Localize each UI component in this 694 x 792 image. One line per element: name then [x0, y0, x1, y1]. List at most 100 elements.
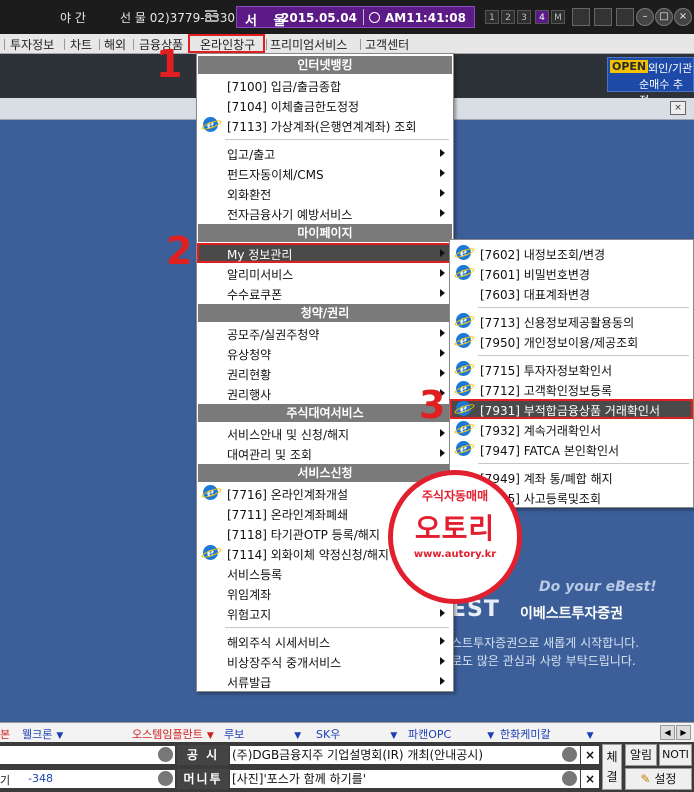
menu-item-lending-apply[interactable]: 서비스안내 및 신청/해지: [197, 423, 453, 443]
index-field: 기 -348: [0, 770, 175, 788]
close-icon[interactable]: ×: [674, 8, 692, 26]
menu-item-unlisted-brokerage[interactable]: 비상장주식 중개서비스: [197, 651, 453, 671]
ebest-slogan: Do your eBest!: [539, 579, 657, 595]
page-button-m[interactable]: M: [551, 10, 565, 24]
autory-watermark-stamp: 주식자동매매 오토리 www.autory.kr: [388, 470, 522, 604]
submenu-item-7932[interactable]: e [7932] 계속거래확인서: [450, 419, 693, 439]
menu-item-label: [7716] 온라인계좌개설: [227, 488, 348, 502]
maximize-icon[interactable]: □: [655, 8, 673, 26]
close-notice-icon[interactable]: ×: [581, 746, 599, 764]
page-button-3[interactable]: 3: [517, 10, 531, 24]
menu-invest-info[interactable]: 투자정보: [10, 36, 54, 53]
submenu-item-7715[interactable]: e [7715] 투자자정보확인서: [450, 359, 693, 379]
menu-item-fx-exchange[interactable]: 외화환전: [197, 183, 453, 203]
close-news-icon[interactable]: ×: [581, 770, 599, 788]
submenu-item-7712[interactable]: e [7712] 고객확인정보등록: [450, 379, 693, 399]
settings-button[interactable]: ✎ 설정: [625, 768, 692, 790]
money-today-text[interactable]: [사진]'포스가 함께 하기를': [230, 770, 580, 788]
stamp-line1: 주식자동매매: [421, 489, 489, 503]
minimize-icon[interactable]: –: [636, 8, 654, 26]
bottom-info-panel: 공 시 (주)DGB금융지주 기업설명회(IR) 개최(안내공시) × 기 -3…: [0, 742, 694, 792]
ticker-label: 오스템임플란트: [132, 728, 203, 741]
notice-text[interactable]: (주)DGB금융지주 기업설명회(IR) 개최(안내공시): [230, 746, 580, 764]
scroll-left-icon[interactable]: ◀: [660, 725, 675, 740]
ticker-item[interactable]: 본: [0, 726, 10, 742]
menu-premium-service[interactable]: 프리미엄서비스: [270, 36, 347, 53]
menu-item-7100[interactable]: [7100] 입금/출금종합: [197, 75, 453, 95]
submenu-item-7603[interactable]: [7603] 대표계좌변경: [450, 283, 693, 303]
list-icon[interactable]: [205, 10, 217, 22]
menu-item-overseas-quotes[interactable]: 해외주식 시세서비스: [197, 631, 453, 651]
ticker-item[interactable]: 루보 ▼: [224, 726, 301, 742]
page-button-4[interactable]: 4: [535, 10, 549, 24]
menu-item-lending-manage[interactable]: 대여관리 및 조회: [197, 443, 453, 463]
menu-item-rights-status[interactable]: 권리현황: [197, 363, 453, 383]
menu-header-service-application: 서비스신청: [198, 464, 452, 482]
ticker-item[interactable]: 오스템임플란트 ▼: [132, 726, 214, 742]
menu-item-label: [7100] 입금/출금종합: [227, 80, 342, 94]
menu-item-label: 펀드자동이체/CMS: [227, 168, 324, 182]
dropdown-icon[interactable]: [562, 771, 577, 786]
menu-item-alert-service[interactable]: 알리미서비스: [197, 263, 453, 283]
ticker-item[interactable]: SK우 ▼: [316, 726, 397, 742]
menu-chart[interactable]: 차트: [70, 36, 92, 53]
menu-item-label: 위임계좌: [227, 588, 272, 602]
menu-item-label: My 정보관리: [227, 248, 293, 262]
menu-item-fund-cms[interactable]: 펀드자동이체/CMS: [197, 163, 453, 183]
ie-icon: e: [203, 485, 218, 500]
open-badge[interactable]: OPEN 외인/기관 순매수 추정: [607, 57, 694, 107]
ie-icon: e: [456, 245, 471, 260]
layout-icon[interactable]: [572, 8, 590, 26]
dropdown-icon[interactable]: [562, 747, 577, 762]
menu-item-label: [7712] 고객확인정보등록: [480, 384, 613, 398]
submenu-item-7601[interactable]: e [7601] 비밀번호변경: [450, 263, 693, 283]
submenu-item-7713[interactable]: e [7713] 신용정보제공활용동의: [450, 311, 693, 331]
submenu-item-7602[interactable]: e [7602] 내정보조회/변경: [450, 243, 693, 263]
menu-item-rights-exercise[interactable]: 권리행사: [197, 383, 453, 403]
ticker-item[interactable]: 파캔OPC ▼: [408, 726, 494, 742]
panel-close-icon[interactable]: ×: [670, 101, 686, 115]
submenu-arrow-icon: [440, 349, 445, 357]
menu-item-7104[interactable]: [7104] 이체출금한도정정: [197, 95, 453, 115]
menu-item-my-info[interactable]: My 정보관리: [197, 243, 453, 263]
submenu-arrow-icon: [440, 209, 445, 217]
menu-item-risk-notice[interactable]: 위험고지: [197, 603, 453, 623]
divider: [360, 39, 361, 50]
dropdown-icon[interactable]: [158, 771, 173, 786]
online-window-dropdown: 인터넷뱅킹 [7100] 입금/출금종합 [7104] 이체출금한도정정 e [7…: [196, 53, 454, 692]
settlement-button[interactable]: 체결: [602, 744, 622, 790]
divider: [4, 39, 5, 50]
page-button-2[interactable]: 2: [501, 10, 515, 24]
window-tile-icon[interactable]: [594, 8, 612, 26]
menu-overseas[interactable]: 해외: [104, 36, 126, 53]
menu-item-7113[interactable]: e [7113] 가상계좌(은행연계계좌) 조회: [197, 115, 453, 135]
submenu-item-7947[interactable]: e [7947] FATCA 본인확인서: [450, 439, 693, 459]
menu-item-label: [7603] 대표계좌변경: [480, 288, 590, 302]
menu-item-label: 권리현황: [227, 368, 272, 382]
ticker-item[interactable]: 웰크론 ▼: [22, 726, 63, 742]
menu-item-label: [7931] 부적합금융상품 거래확인서: [480, 404, 661, 418]
page-button-1[interactable]: 1: [485, 10, 499, 24]
submenu-item-7950[interactable]: e [7950] 개인정보이용/제공조회: [450, 331, 693, 351]
alarm-button[interactable]: 알림: [625, 744, 657, 766]
noti-button[interactable]: NOTI: [659, 744, 692, 766]
menu-customer-center[interactable]: 고객센터: [365, 36, 409, 53]
menu-item-fee-coupon[interactable]: 수수료쿠폰: [197, 283, 453, 303]
menu-item-document-issue[interactable]: 서류발급: [197, 671, 453, 691]
scroll-right-icon[interactable]: ▶: [676, 725, 691, 740]
divider: [99, 39, 100, 50]
fullscreen-icon[interactable]: [616, 8, 634, 26]
futures-phone: 선 물 02)3779-8330: [120, 11, 236, 25]
ie-icon: e: [456, 361, 471, 376]
dropdown-icon[interactable]: [158, 747, 173, 762]
menu-item-deposit[interactable]: 입고/출고: [197, 143, 453, 163]
menu-item-rights-offering[interactable]: 유상청약: [197, 343, 453, 363]
ticker-item[interactable]: 한화케미칼 ▼: [500, 726, 594, 742]
menu-item-label: 해외주식 시세서비스: [227, 636, 331, 650]
menu-header-my-page: 마이페이지: [198, 224, 452, 242]
submenu-item-7931[interactable]: e [7931] 부적합금융상품 거래확인서: [450, 399, 693, 419]
menu-item-fraud-prevention[interactable]: 전자금융사기 예방서비스: [197, 203, 453, 223]
divider: [64, 39, 65, 50]
stamp-line3: www.autory.kr: [413, 549, 497, 560]
menu-item-ipo-subscription[interactable]: 공모주/실권주청약: [197, 323, 453, 343]
